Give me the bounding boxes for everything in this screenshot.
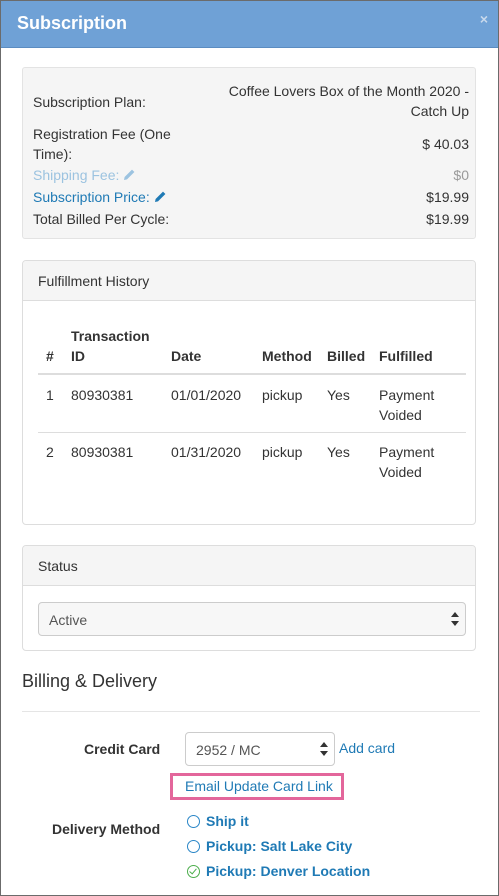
col-fulfilled: Fulfilled [379, 348, 433, 364]
col-txn-line2: ID [71, 348, 85, 364]
row-2-num: 2 [46, 444, 54, 460]
total-value: $19.99 [426, 211, 469, 227]
status-panel: Status Active [22, 545, 476, 651]
delivery-option-salt-lake-city[interactable]: Pickup: Salt Lake City [187, 838, 352, 854]
row-2-method: pickup [262, 444, 303, 460]
card-selected-value: 2952 / MC [196, 742, 261, 758]
table-header-divider [38, 373, 466, 375]
modal-title: Subscription [17, 13, 128, 33]
row-1-num: 1 [46, 387, 54, 403]
status-select[interactable]: Active [38, 602, 466, 636]
col-billed: Billed [327, 348, 366, 364]
row-1-txn-link[interactable]: 80930381 [71, 385, 133, 405]
delivery-option-ship-it[interactable]: Ship it [187, 813, 249, 829]
subscription-modal: Subscription × Subscription Plan: Coffee… [0, 0, 499, 896]
shipping-fee-edit-link[interactable]: Shipping Fee: [33, 165, 136, 185]
delivery-option-denver[interactable]: Pickup: Denver Location [187, 863, 370, 879]
status-selected-value: Active [49, 612, 88, 628]
col-txn-line1: Transaction [71, 328, 150, 344]
row-2-fulfilled-line2: Voided [379, 464, 422, 480]
row-1-fulfilled-line1: Payment [379, 387, 435, 403]
row-2-fulfilled-line1: Payment [379, 444, 435, 460]
plan-value-line2: Catch Up [410, 103, 469, 119]
total-label: Total Billed Per Cycle: [33, 211, 170, 227]
registration-label-line2: Time): [33, 146, 73, 162]
row-1-method: pickup [262, 387, 303, 403]
status-heading: Status [38, 558, 78, 574]
price-value: $19.99 [426, 189, 469, 205]
row-1-fulfilled-line2: Voided [379, 407, 422, 423]
add-card-link[interactable]: Add card [339, 740, 395, 756]
registration-label-line1: Registration Fee (One [33, 126, 171, 142]
delivery-option-label: Pickup: Denver Location [206, 863, 371, 879]
radio-checked-icon [187, 865, 200, 878]
fulfillment-history-heading: Fulfillment History [38, 273, 150, 289]
credit-card-select[interactable]: 2952 / MC [185, 732, 335, 766]
row-2-date: 01/31/2020 [171, 444, 242, 460]
shipping-value: $0 [453, 167, 469, 183]
status-header: Status [23, 546, 475, 586]
col-num: # [46, 348, 54, 364]
shipping-label: Shipping Fee: [33, 167, 120, 183]
fulfillment-history-panel: Fulfillment History # Transaction ID Dat… [22, 260, 476, 525]
close-icon[interactable]: × [480, 11, 488, 27]
price-label: Subscription Price: [33, 189, 150, 205]
section-divider [22, 711, 480, 712]
registration-value: $ 40.03 [422, 136, 469, 152]
delivery-method-label: Delivery Method [52, 821, 161, 837]
radio-unchecked-icon [187, 840, 200, 853]
col-method: Method [262, 348, 312, 364]
radio-unchecked-icon [187, 815, 200, 828]
row-1-date: 01/01/2020 [171, 387, 242, 403]
row-divider [38, 432, 466, 433]
modal-header: Subscription × [1, 1, 498, 48]
subscription-summary: Subscription Plan: Coffee Lovers Box of … [22, 67, 476, 239]
plan-label: Subscription Plan: [33, 94, 146, 110]
subscription-price-edit-link[interactable]: Subscription Price: [33, 187, 167, 207]
plan-value-line1: Coffee Lovers Box of the Month 2020 - [228, 83, 469, 99]
row-2-billed: Yes [327, 444, 350, 460]
fulfillment-history-header: Fulfillment History [23, 261, 475, 301]
col-date: Date [171, 348, 202, 364]
select-arrows-icon [320, 742, 328, 756]
pencil-icon [154, 191, 166, 202]
select-arrows-icon [451, 612, 459, 626]
row-2-txn-link[interactable]: 80930381 [71, 442, 133, 462]
pencil-icon [124, 169, 135, 180]
billing-delivery-heading: Billing & Delivery [22, 671, 158, 691]
row-1-billed: Yes [327, 387, 350, 403]
delivery-option-label: Ship it [206, 813, 249, 829]
email-update-card-link[interactable]: Email Update Card Link [185, 778, 333, 794]
delivery-option-label: Pickup: Salt Lake City [206, 838, 353, 854]
credit-card-label: Credit Card [84, 741, 161, 757]
